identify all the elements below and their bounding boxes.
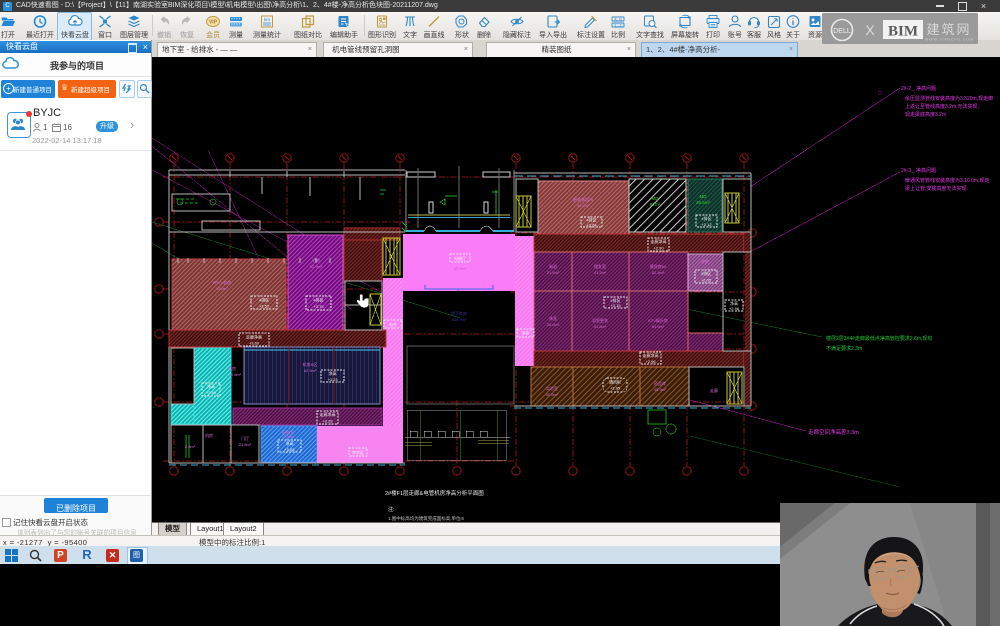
svg-text:走廊空间净高差3.3m: 走廊空间净高差3.3m (808, 428, 859, 436)
svg-text:楼层2层3#4#走廊最低点净高管控要求2.6m,现有: 楼层2层3#4#走廊最低点净高管控要求2.6m,现有 (826, 335, 932, 342)
svg-text:机房: 机房 (228, 365, 236, 371)
svg-text:浴室更衣: 浴室更衣 (592, 317, 608, 323)
svg-text:W W W . J I A N Z H U . C O M: W W W . J I A N Z H U . C O M (925, 38, 973, 42)
svg-text:实验室: 实验室 (546, 385, 558, 391)
svg-text:电井: 电井 (389, 321, 397, 327)
svg-text:机房A区: 机房A区 (303, 361, 318, 367)
svg-text:+3.15: +3.15 (610, 303, 621, 308)
svg-text:A : B: A : B (614, 17, 622, 21)
svg-text:+3.75: +3.75 (313, 304, 324, 309)
svg-text:净高: 净高 (207, 383, 215, 389)
svg-text:地下车库: 地下车库 (451, 310, 467, 316)
svg-text:不满足要求2.3m: 不满足要求2.3m (826, 345, 862, 352)
svg-text:通风柜: 通风柜 (609, 379, 621, 385)
svg-text:走廊净高: 走廊净高 (246, 334, 262, 340)
svg-text:2.6m²: 2.6m² (185, 444, 196, 449)
svg-text:上返让至管线高度3.2m,无法实现,: 上返让至管线高度3.2m,无法实现, (905, 103, 979, 110)
svg-text:X: X (865, 22, 875, 38)
svg-text:+3.23: +3.23 (327, 377, 338, 382)
svg-text:淋浴: 淋浴 (549, 263, 557, 269)
svg-text:电梯厅: 电梯厅 (454, 255, 466, 261)
svg-text:现走梁底高度3.2m: 现走梁底高度3.2m (905, 111, 946, 118)
svg-text:净高: 净高 (522, 330, 530, 336)
svg-text:92.9m²: 92.9m² (454, 266, 467, 271)
svg-text:40.6m²: 40.6m² (546, 392, 559, 397)
svg-text:库房: 库房 (701, 258, 709, 264)
svg-text:BIM: BIM (888, 24, 918, 40)
svg-text:余压监测管线安装高度为3.320m,现走廊: 余压监测管线安装高度为3.320m,现走廊 (905, 95, 993, 102)
svg-text:+3.04: +3.04 (586, 223, 597, 228)
svg-text:45.9m²: 45.9m² (654, 387, 667, 392)
svg-text:MD: MD (700, 194, 708, 199)
svg-text:21.5m²: 21.5m² (547, 270, 560, 275)
svg-text:4排区: 4排区 (259, 297, 269, 303)
svg-text:净高: 净高 (286, 440, 294, 446)
svg-text:61.9m²: 61.9m² (652, 324, 665, 329)
svg-text:▢: ▢ (878, 90, 882, 95)
svg-text:更衣淋浴间: 更衣淋浴间 (573, 196, 593, 202)
svg-text:92.9m²: 92.9m² (310, 264, 323, 269)
svg-text:9.6m²: 9.6m² (231, 372, 242, 377)
svg-text:62.9m²: 62.9m² (304, 368, 317, 373)
svg-text:净高: 净高 (329, 370, 337, 376)
svg-text:4排区: 4排区 (701, 215, 711, 221)
svg-text:20.6m²: 20.6m² (547, 322, 560, 327)
svg-text:41.2m²: 41.2m² (594, 270, 607, 275)
svg-text:+3.28: +3.28 (322, 419, 333, 424)
svg-text:走廊净高: 走廊净高 (320, 411, 336, 417)
svg-text:DELL: DELL (833, 28, 851, 35)
svg-text:153m²: 153m² (216, 286, 228, 291)
svg-text:1.图中标高均为建筑完成面标高,单位m: 1.图中标高均为建筑完成面标高,单位m (388, 515, 465, 522)
svg-text:+2.96: +2.96 (645, 359, 656, 364)
svg-text:4排区: 4排区 (701, 270, 711, 276)
svg-text:2#楼F1层走廊&电管机房净高分析平面图: 2#楼F1层走廊&电管机房净高分析平面图 (385, 489, 484, 497)
svg-text:4排区: 4排区 (313, 297, 323, 303)
svg-text:KTV娱乐房: KTV娱乐房 (648, 317, 668, 323)
svg-text:注:: 注: (388, 506, 394, 513)
svg-text:走廊净高: 走廊净高 (643, 352, 659, 358)
svg-text:40.9m²: 40.9m² (577, 203, 590, 208)
svg-text:+2.80: +2.80 (206, 390, 217, 395)
svg-text:休息: 休息 (549, 315, 557, 321)
svg-text:62.3m²: 62.3m² (652, 270, 665, 275)
svg-text:2#-3＿净高问题: 2#-3＿净高问题 (901, 167, 936, 174)
svg-text:+3.50: +3.50 (259, 304, 270, 309)
svg-text:PRTU机房: PRTU机房 (213, 279, 232, 285)
svg-text:97m²: 97m² (650, 202, 661, 207)
svg-text:2#-2＿净高问题: 2#-2＿净高问题 (901, 85, 936, 92)
svg-text:机房: 机房 (312, 257, 320, 263)
svg-text:1 : 2: 1 : 2 (615, 23, 622, 27)
svg-text:-0.35m: -0.35m (282, 434, 295, 439)
svg-text:MD: MD (652, 196, 660, 201)
svg-text:+3.60: +3.60 (249, 341, 260, 346)
svg-text:库房区: 库房区 (352, 449, 364, 455)
svg-text:理发室: 理发室 (594, 263, 606, 269)
svg-text:健身房60: 健身房60 (650, 263, 667, 269)
svg-text:+2.90: +2.90 (653, 246, 664, 251)
svg-text:26.5m²: 26.5m² (696, 200, 711, 205)
svg-text:机房: 机房 (205, 432, 213, 438)
svg-text:走廊: 走廊 (710, 387, 718, 393)
svg-text:VIP: VIP (209, 20, 218, 26)
svg-text:435.9m²: 435.9m² (452, 317, 467, 322)
svg-text:药品库: 药品库 (654, 380, 666, 386)
svg-text:+3.95: +3.95 (610, 386, 621, 391)
svg-text:+2.98: +2.98 (729, 306, 740, 311)
svg-text:走廊净高: 走廊净高 (651, 238, 667, 244)
svg-text:+2.05: +2.05 (701, 278, 712, 283)
svg-text:+2.12: +2.12 (701, 222, 712, 227)
svg-text:21.8m²: 21.8m² (239, 442, 252, 447)
svg-text:km: km (264, 17, 270, 22)
svg-text:建筑网: 建筑网 (926, 22, 971, 37)
svg-text:+5.85: +5.85 (284, 447, 295, 452)
svg-text:梁上让管,安装高度无法实现.: 梁上让管,安装高度无法实现. (905, 185, 968, 192)
svg-text:门厅: 门厅 (241, 435, 249, 441)
svg-text:暖通风管管线安装高度为3.16.0m,现走: 暖通风管管线安装高度为3.16.0m,现走 (905, 177, 989, 184)
svg-text:41.8m²: 41.8m² (594, 324, 607, 329)
